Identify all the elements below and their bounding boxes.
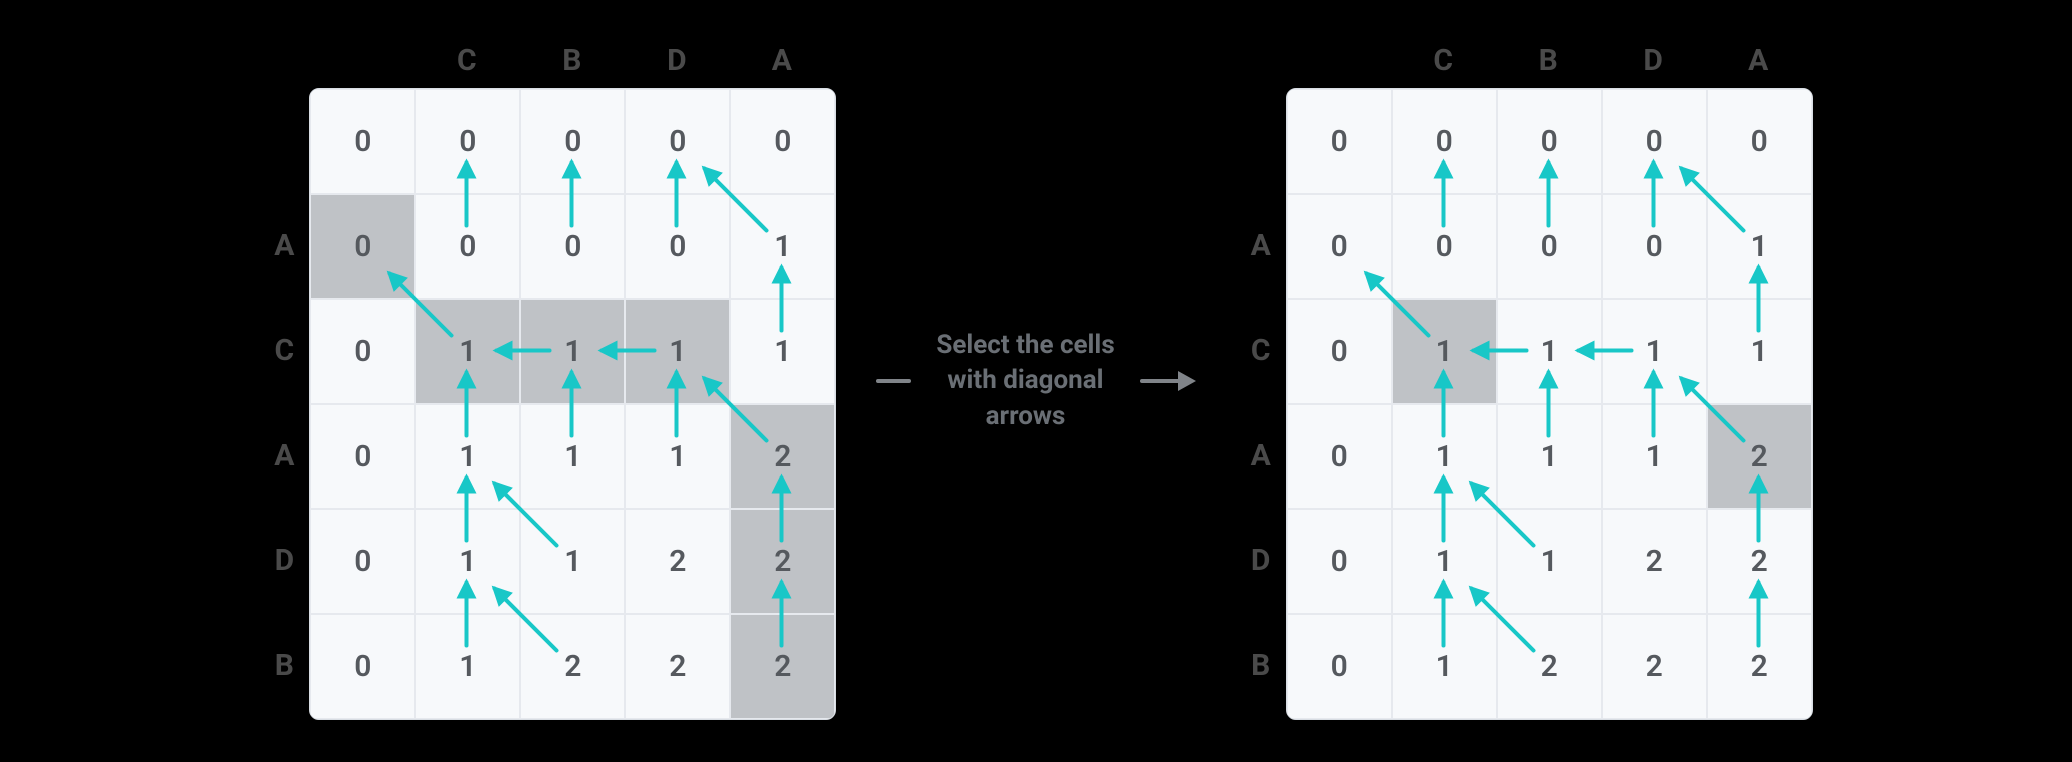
cell: 1 — [1707, 299, 1812, 404]
row-headers-right: A C A D B — [1236, 88, 1286, 720]
cell: 1 — [1392, 299, 1497, 404]
cell: 1 — [1392, 509, 1497, 614]
cell: 2 — [625, 509, 730, 614]
row-header — [259, 88, 309, 193]
cell: 2 — [730, 614, 835, 719]
right-panel: C B D A A C A D B 0000000001011110111201… — [1236, 43, 1813, 720]
cell: 1 — [415, 299, 520, 404]
cell: 1 — [1497, 509, 1602, 614]
cell: 0 — [1287, 509, 1392, 614]
cell: 0 — [310, 299, 415, 404]
cell: 0 — [1287, 404, 1392, 509]
middle-line1: Select the cells — [936, 328, 1114, 363]
cell: 1 — [1497, 404, 1602, 509]
middle-line3: arrows — [936, 399, 1114, 434]
dash-icon — [876, 379, 911, 383]
row-header: B — [259, 613, 309, 718]
row-header: A — [259, 403, 309, 508]
cell: 1 — [1497, 299, 1602, 404]
col-header: A — [1706, 43, 1811, 88]
row-header: B — [1236, 613, 1286, 718]
cell: 1 — [1392, 614, 1497, 719]
middle-text: Select the cells with diagonal arrows — [936, 328, 1114, 433]
row-header: A — [1236, 193, 1286, 298]
cell: 1 — [415, 509, 520, 614]
cell: 0 — [310, 614, 415, 719]
row-header: A — [259, 193, 309, 298]
row-header: C — [259, 298, 309, 403]
cell: 0 — [1392, 194, 1497, 299]
col-header: D — [1601, 43, 1706, 88]
cell: 0 — [1287, 299, 1392, 404]
cell: 1 — [1602, 404, 1707, 509]
left-panel: C B D A A C A D B 0000000001011110111201… — [259, 43, 836, 720]
cell: 0 — [310, 509, 415, 614]
cell: 0 — [1392, 89, 1497, 194]
cell: 1 — [520, 509, 625, 614]
row-header: A — [1236, 403, 1286, 508]
arrow-right-icon — [1140, 371, 1196, 391]
cell: 1 — [1707, 194, 1812, 299]
cell: 0 — [625, 89, 730, 194]
cell: 0 — [415, 89, 520, 194]
cell: 0 — [310, 89, 415, 194]
cell: 0 — [415, 194, 520, 299]
cell: 1 — [415, 614, 520, 719]
cell: 0 — [1287, 194, 1392, 299]
cell: 2 — [1602, 614, 1707, 719]
cell: 2 — [1707, 404, 1812, 509]
cell: 2 — [625, 614, 730, 719]
cell: 2 — [1497, 614, 1602, 719]
cell: 1 — [730, 194, 835, 299]
col-header: B — [519, 43, 624, 88]
col-header: A — [729, 43, 834, 88]
row-header: D — [259, 508, 309, 613]
cell: 1 — [1392, 404, 1497, 509]
col-header — [309, 43, 414, 88]
cell: 0 — [310, 404, 415, 509]
cell: 2 — [520, 614, 625, 719]
cell: 2 — [730, 509, 835, 614]
diagram-container: C B D A A C A D B 0000000001011110111201… — [0, 0, 2072, 762]
row-header: C — [1236, 298, 1286, 403]
cell: 2 — [1602, 509, 1707, 614]
col-headers-left: C B D A — [309, 43, 836, 88]
cell: 0 — [1602, 89, 1707, 194]
cell: 0 — [730, 89, 835, 194]
cell: 2 — [730, 404, 835, 509]
col-headers-right: C B D A — [1286, 43, 1813, 88]
cell: 0 — [625, 194, 730, 299]
cell: 1 — [730, 299, 835, 404]
cell: 2 — [1707, 509, 1812, 614]
col-header: C — [414, 43, 519, 88]
cell: 1 — [520, 404, 625, 509]
col-header: B — [1496, 43, 1601, 88]
row-headers-left: A C A D B — [259, 88, 309, 720]
cell: 0 — [1287, 614, 1392, 719]
row-header: D — [1236, 508, 1286, 613]
cell: 0 — [1602, 194, 1707, 299]
row-header — [1236, 88, 1286, 193]
cell: 0 — [1497, 89, 1602, 194]
cell: 0 — [520, 89, 625, 194]
cell: 1 — [520, 299, 625, 404]
cell: 0 — [1287, 89, 1392, 194]
cell: 1 — [415, 404, 520, 509]
cell: 0 — [310, 194, 415, 299]
col-header: D — [624, 43, 729, 88]
cell: 1 — [625, 299, 730, 404]
middle-section: Select the cells with diagonal arrows — [876, 328, 1195, 433]
middle-line2: with diagonal — [936, 363, 1114, 398]
col-header — [1286, 43, 1391, 88]
grid-left: 000000000101111011120112201222 — [309, 88, 836, 720]
cell: 2 — [1707, 614, 1812, 719]
cell: 0 — [1707, 89, 1812, 194]
cell: 0 — [520, 194, 625, 299]
col-header: C — [1391, 43, 1496, 88]
cell: 1 — [1602, 299, 1707, 404]
cell: 1 — [625, 404, 730, 509]
grid-right: 000000000101111011120112201222 — [1286, 88, 1813, 720]
cell: 0 — [1497, 194, 1602, 299]
